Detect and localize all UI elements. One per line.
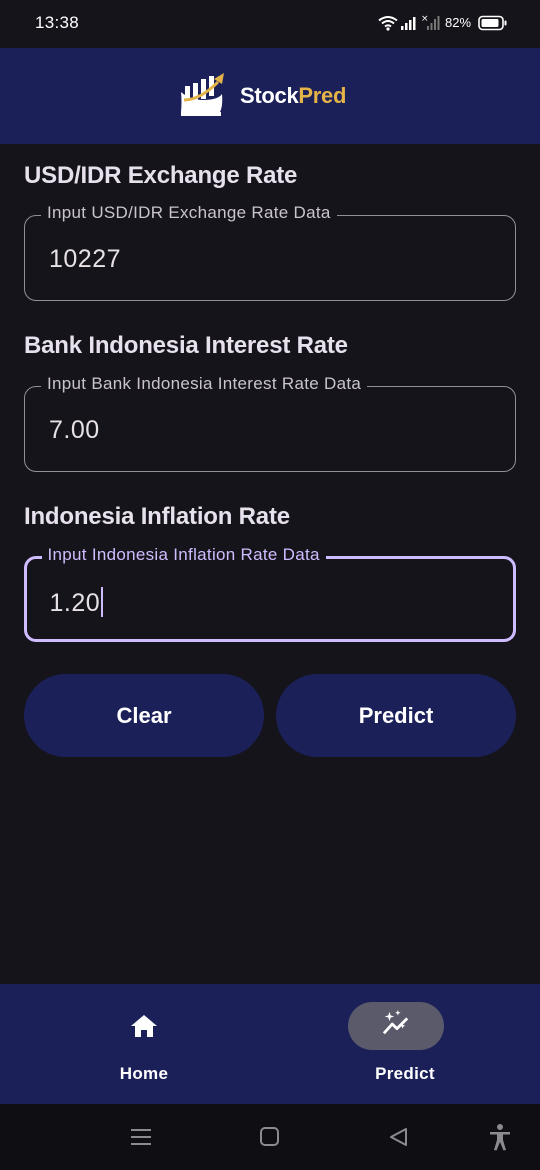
inflation-rate-value: 1.20: [49, 588, 101, 617]
app-brand-name: StockPred: [240, 83, 346, 109]
interest-rate-value[interactable]: 7.00: [49, 416, 100, 445]
clear-button[interactable]: Clear: [24, 674, 264, 757]
signal-icon: [401, 17, 416, 30]
bottom-navigation: Home Predict: [0, 984, 540, 1104]
status-bar: 13:38 × 82%: [0, 0, 540, 48]
svg-text:×: ×: [421, 14, 429, 24]
brand-part-stock: Stock: [240, 83, 299, 108]
wifi-icon: [378, 16, 398, 31]
interest-rate-field[interactable]: Input Bank Indonesia Interest Rate Data …: [24, 374, 516, 472]
exchange-rate-label: Input USD/IDR Exchange Rate Data: [41, 203, 337, 223]
no-signal-icon: ×: [421, 14, 440, 30]
predict-button[interactable]: Predict: [276, 674, 516, 757]
exchange-rate-value[interactable]: 10227: [49, 245, 121, 274]
inflation-rate-input[interactable]: 1.20: [49, 586, 104, 618]
accessibility-icon[interactable]: [488, 1123, 512, 1151]
inflation-rate-field[interactable]: Input Indonesia Inflation Rate Data 1.20: [24, 544, 516, 642]
back-icon[interactable]: [388, 1127, 410, 1147]
text-cursor: [101, 586, 104, 617]
nav-label-home: Home: [119, 1064, 169, 1083]
home-square-icon[interactable]: [259, 1127, 281, 1147]
exchange-rate-field[interactable]: Input USD/IDR Exchange Rate Data 10227: [24, 203, 516, 301]
nav-item-predict[interactable]: Predict: [270, 984, 540, 1104]
nav-item-home[interactable]: Home: [9, 984, 279, 1104]
battery-percentage: 82%: [445, 15, 472, 30]
status-time: 13:38: [35, 13, 80, 32]
exchange-rate-title: USD/IDR Exchange Rate: [24, 162, 298, 189]
chart-growth-icon: [181, 73, 224, 116]
status-icons: × 82%: [378, 12, 508, 34]
interest-rate-label: Input Bank Indonesia Interest Rate Data: [41, 374, 368, 394]
app-header: StockPred: [0, 48, 540, 144]
brand-part-pred: Pred: [298, 83, 347, 108]
sparkle-chart-icon: [382, 1010, 409, 1035]
interest-rate-title: Bank Indonesia Interest Rate: [24, 332, 348, 359]
menu-icon[interactable]: [130, 1127, 152, 1147]
inflation-rate-title: Indonesia Inflation Rate: [24, 503, 290, 530]
home-icon: [131, 1015, 157, 1037]
inflation-rate-label: Input Indonesia Inflation Rate Data: [41, 544, 326, 565]
nav-label-predict: Predict: [375, 1064, 435, 1083]
system-navigation-bar: [0, 1104, 540, 1170]
battery-icon: [478, 15, 507, 31]
